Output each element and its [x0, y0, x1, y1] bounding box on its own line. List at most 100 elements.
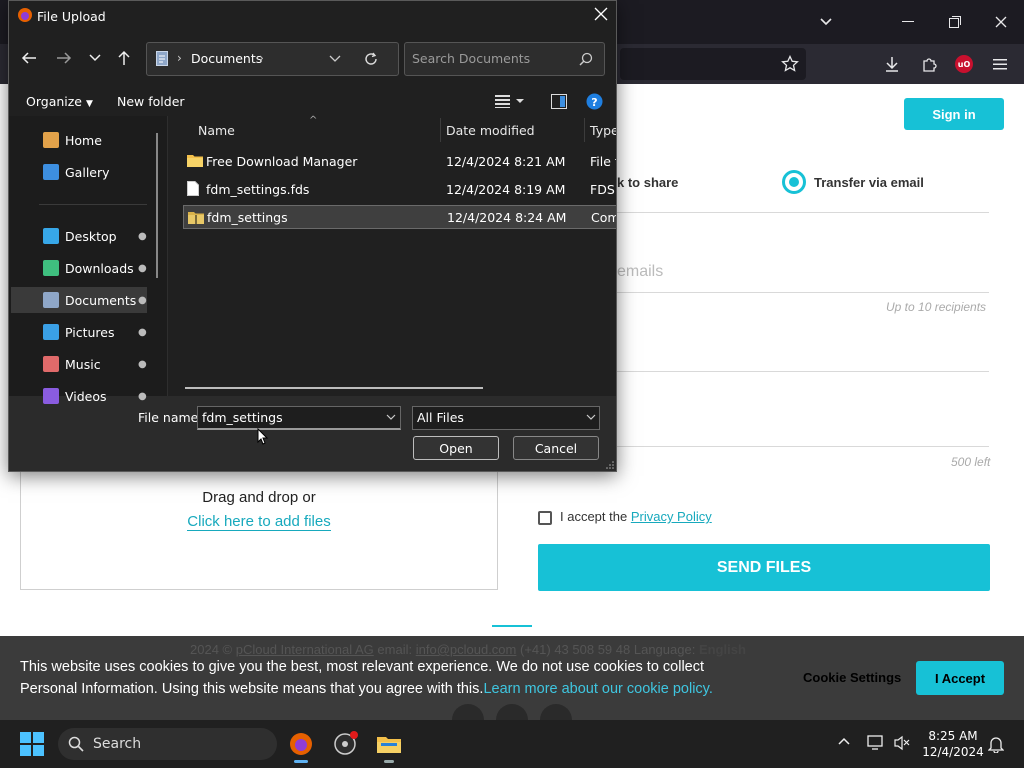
nav-item-videos[interactable]: Videos ● [11, 383, 147, 409]
address-bar[interactable] [146, 42, 399, 76]
privacy-policy-link[interactable]: Privacy Policy [631, 509, 712, 524]
firefox-taskbar-icon[interactable] [288, 731, 314, 757]
nav-item-documents[interactable]: Documents ● [11, 287, 147, 313]
file-name-input[interactable]: fdm_settings [197, 406, 401, 430]
nav-item-gallery[interactable]: Gallery [11, 159, 147, 185]
documents-folder-icon [156, 51, 168, 66]
clock-time: 8:25 AM [928, 729, 978, 743]
close-window-icon[interactable] [991, 12, 1011, 32]
downloads-icon[interactable] [882, 54, 902, 74]
sign-in-button[interactable]: Sign in [904, 98, 1004, 130]
nav-pane-scrollbar[interactable] [156, 133, 158, 278]
radio-share-label[interactable]: k to share [617, 175, 678, 190]
footer-language[interactable]: English [699, 642, 746, 657]
tab-list-chevron-icon[interactable] [816, 12, 836, 32]
hamburger-menu-icon[interactable] [990, 54, 1010, 74]
mouse-cursor-icon [257, 428, 269, 446]
ublock-origin-icon[interactable]: uO [955, 55, 973, 73]
file-date: 12/4/2024 8:24 AM [447, 209, 567, 225]
open-button[interactable]: Open [413, 436, 499, 460]
extensions-icon[interactable] [919, 54, 939, 74]
sort-ascending-icon: ^ [309, 115, 318, 126]
footer-email[interactable]: info@pcloud.com [416, 642, 517, 657]
ublock-badge-text: uO [957, 59, 971, 69]
svg-text:?: ? [591, 96, 597, 109]
breadcrumb-chevron-icon[interactable]: › [259, 51, 264, 65]
file-type-select[interactable]: All Files [412, 406, 600, 430]
downloads-icon [43, 260, 59, 276]
pin-icon: ● [138, 231, 147, 242]
drag-drop-text: Drag and drop or [202, 489, 316, 506]
breadcrumb-documents[interactable]: Documents [191, 51, 262, 66]
obs-taskbar-icon[interactable] [332, 731, 358, 757]
network-icon[interactable] [867, 734, 885, 750]
file-icon [187, 181, 199, 196]
cookie-policy-link[interactable]: Learn more about our cookie policy. [483, 681, 712, 697]
notification-bell-icon[interactable] [988, 735, 1004, 753]
nav-item-desktop[interactable]: Desktop ● [11, 223, 147, 249]
file-type-dropdown-icon[interactable] [586, 414, 596, 421]
preview-pane-icon[interactable] [551, 94, 567, 109]
show-hidden-icons-chevron-icon[interactable] [838, 737, 850, 745]
transfer-email-radio[interactable] [782, 170, 806, 194]
transfer-email-label[interactable]: Transfer via email [814, 175, 924, 190]
desktop-icon [43, 228, 59, 244]
view-options-icon[interactable] [495, 94, 525, 108]
emails-input[interactable]: emails [617, 263, 663, 281]
nav-item-pictures[interactable]: Pictures ● [11, 319, 147, 345]
forward-arrow-icon[interactable] [56, 51, 72, 65]
nav-item-music[interactable]: Music ● [11, 351, 147, 377]
add-files-link[interactable]: Click here to add files [20, 513, 498, 531]
windows-start-icon[interactable] [20, 732, 44, 756]
column-header-date[interactable]: Date modified [446, 123, 535, 138]
chars-left-hint: 500 left [951, 455, 991, 469]
send-files-button[interactable]: SEND FILES [538, 544, 990, 591]
new-folder-button[interactable]: New folder [117, 94, 185, 109]
add-files-link-text[interactable]: Click here to add files [187, 513, 331, 531]
file-name-dropdown-icon[interactable] [386, 414, 396, 421]
cookie-settings-button[interactable]: Cookie Settings [803, 670, 901, 685]
nav-item-downloads[interactable]: Downloads ● [11, 255, 147, 281]
search-icon[interactable] [579, 52, 593, 66]
accept-policy-checkbox[interactable] [538, 511, 552, 525]
help-icon[interactable]: ? [586, 93, 603, 110]
emails-underline [617, 292, 989, 293]
bookmark-star-icon[interactable] [780, 54, 800, 74]
back-arrow-icon[interactable] [21, 51, 37, 65]
restore-window-icon[interactable] [945, 12, 965, 32]
file-explorer-taskbar-icon[interactable] [376, 731, 402, 757]
column-header-type[interactable]: Type [590, 123, 616, 138]
address-dropdown-icon[interactable] [329, 55, 341, 63]
sign-in-label: Sign in [932, 106, 976, 122]
volume-muted-icon[interactable] [893, 735, 911, 751]
taskbar-search-box[interactable]: Search [58, 728, 277, 760]
cancel-button[interactable]: Cancel [513, 436, 599, 460]
up-arrow-icon[interactable] [117, 50, 131, 66]
accent-divider [492, 625, 532, 627]
cookie-message: This website uses cookies to give you th… [20, 656, 720, 700]
column-header-name[interactable]: Name [198, 123, 235, 138]
recent-locations-chevron-icon[interactable] [89, 53, 101, 63]
column-separator[interactable] [440, 118, 441, 142]
footer-phone: (+41) 43 508 59 48 [520, 642, 631, 657]
column-separator[interactable] [584, 118, 585, 142]
taskbar-clock[interactable]: 8:25 AM 12/4/2024 [918, 728, 988, 760]
dialog-close-icon[interactable] [594, 7, 612, 25]
resize-grip-icon[interactable] [606, 461, 614, 469]
minimize-window-icon[interactable] [898, 12, 918, 32]
horizontal-scrollbar[interactable] [185, 387, 483, 389]
nav-item-label: Home [65, 132, 102, 148]
file-row[interactable]: fdm_settings.fds 12/4/2024 8:19 AM FDS Fil… [183, 177, 616, 201]
refresh-icon[interactable] [364, 52, 378, 66]
open-app-indicator [384, 760, 394, 763]
footer-company[interactable]: pCloud International AG [236, 642, 374, 657]
file-row[interactable]: Free Download Manager 12/4/2024 8:21 AM Fi… [183, 149, 616, 173]
organize-menu-button[interactable]: Organize ▼ [26, 94, 93, 109]
cookie-accept-button[interactable]: I Accept [916, 661, 1004, 695]
pin-icon: ● [138, 359, 147, 370]
nav-item-home[interactable]: Home [11, 127, 147, 153]
url-bar[interactable] [620, 48, 806, 80]
file-row[interactable]: fdm_settings 12/4/2024 8:24 AM Compressed [183, 205, 616, 229]
pin-icon: ● [138, 391, 147, 402]
pane-divider[interactable] [167, 116, 168, 396]
